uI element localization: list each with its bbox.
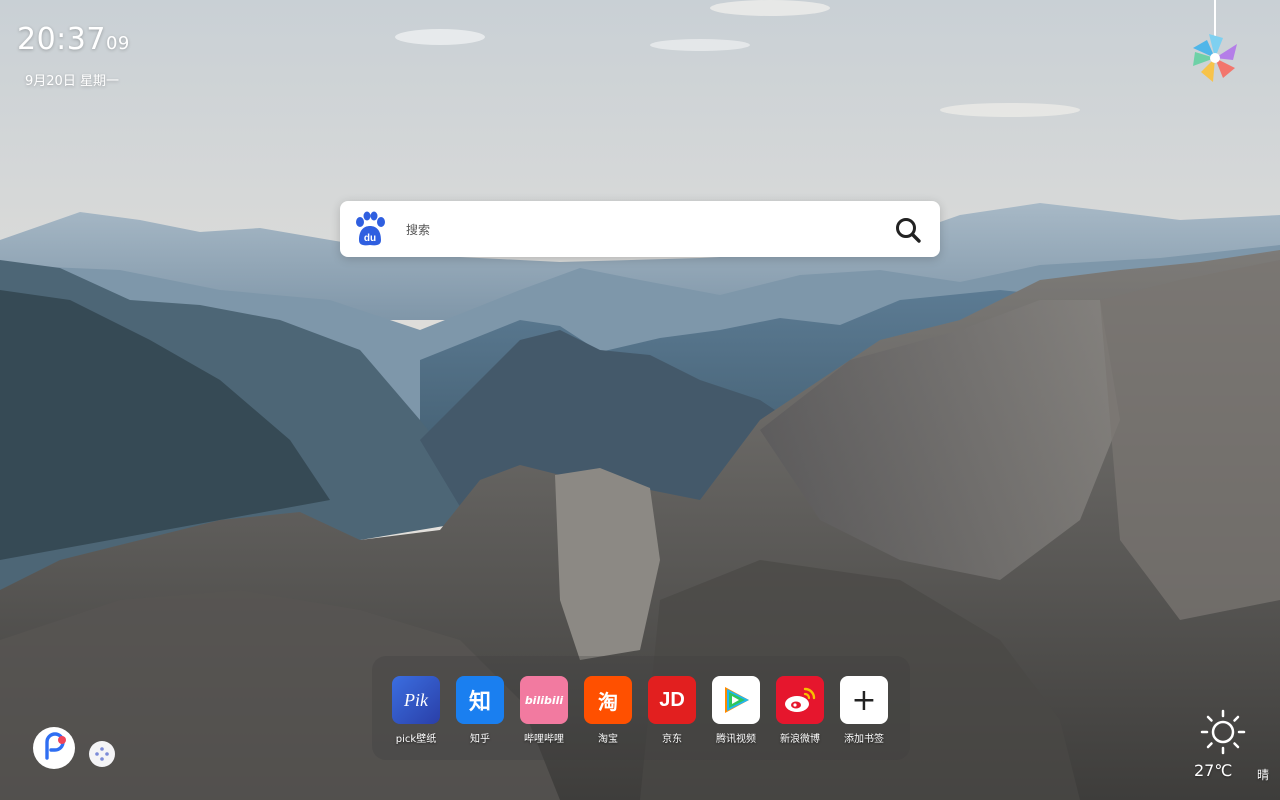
dock-app-tencent-video[interactable]: 腾讯视频 [704, 676, 768, 745]
dock-app-add-bookmark[interactable]: + 添加书签 [832, 676, 896, 745]
app-label: 添加书签 [844, 734, 884, 745]
app-dock: Pik pick壁纸 知 知乎 bilibili 哔哩哔哩 淘 淘宝 JD 京东… [372, 656, 910, 760]
jd-icon: JD [648, 676, 696, 724]
app-label: 新浪微博 [780, 734, 820, 745]
dock-app-weibo[interactable]: 新浪微博 [768, 676, 832, 745]
app-label: 知乎 [470, 734, 490, 745]
app-label: 京东 [662, 734, 682, 745]
weather-temperature: 27℃ [1194, 761, 1233, 780]
search-input[interactable] [404, 215, 878, 245]
dock-app-pick-wallpaper[interactable]: Pik pick壁纸 [384, 676, 448, 745]
dock-app-zhihu[interactable]: 知 知乎 [448, 676, 512, 745]
dock-app-bilibili[interactable]: bilibili 哔哩哔哩 [512, 676, 576, 745]
clock-time: 20:3709 [17, 22, 130, 62]
app-label: 淘宝 [598, 734, 618, 745]
pick-wallpaper-icon: Pik [392, 676, 440, 724]
taobao-icon: 淘 [584, 676, 632, 724]
baidu-paw-icon[interactable]: du [352, 210, 388, 248]
clock-seconds: 09 [105, 33, 130, 54]
dots-menu-icon[interactable] [88, 740, 116, 768]
dock-app-taobao[interactable]: 淘 淘宝 [576, 676, 640, 745]
dock-app-jd[interactable]: JD 京东 [640, 676, 704, 745]
tencent-video-icon [712, 676, 760, 724]
weather-condition: 晴 [1257, 768, 1270, 782]
add-bookmark-icon: + [840, 676, 888, 724]
app-label: pick壁纸 [395, 734, 437, 745]
pinwheel-icon[interactable] [1190, 0, 1240, 84]
zhihu-icon: 知 [456, 676, 504, 724]
clock-widget: 20:3709 9月20日 星期一 [17, 22, 130, 89]
svg-text:du: du [364, 233, 376, 244]
search-icon[interactable] [892, 215, 926, 245]
bilibili-icon: bilibili [520, 676, 568, 724]
clock-hours-minutes: 20:37 [17, 22, 106, 57]
app-label: 哔哩哔哩 [524, 734, 564, 745]
clock-date: 9月20日 星期一 [25, 74, 119, 89]
app-label: 腾讯视频 [716, 734, 756, 745]
sun-icon [1198, 707, 1248, 757]
assistant-logo-icon[interactable] [32, 726, 76, 770]
search-bar: du [340, 201, 940, 257]
weibo-icon [776, 676, 824, 724]
weather-widget[interactable]: 27℃ 晴 [1190, 705, 1280, 790]
